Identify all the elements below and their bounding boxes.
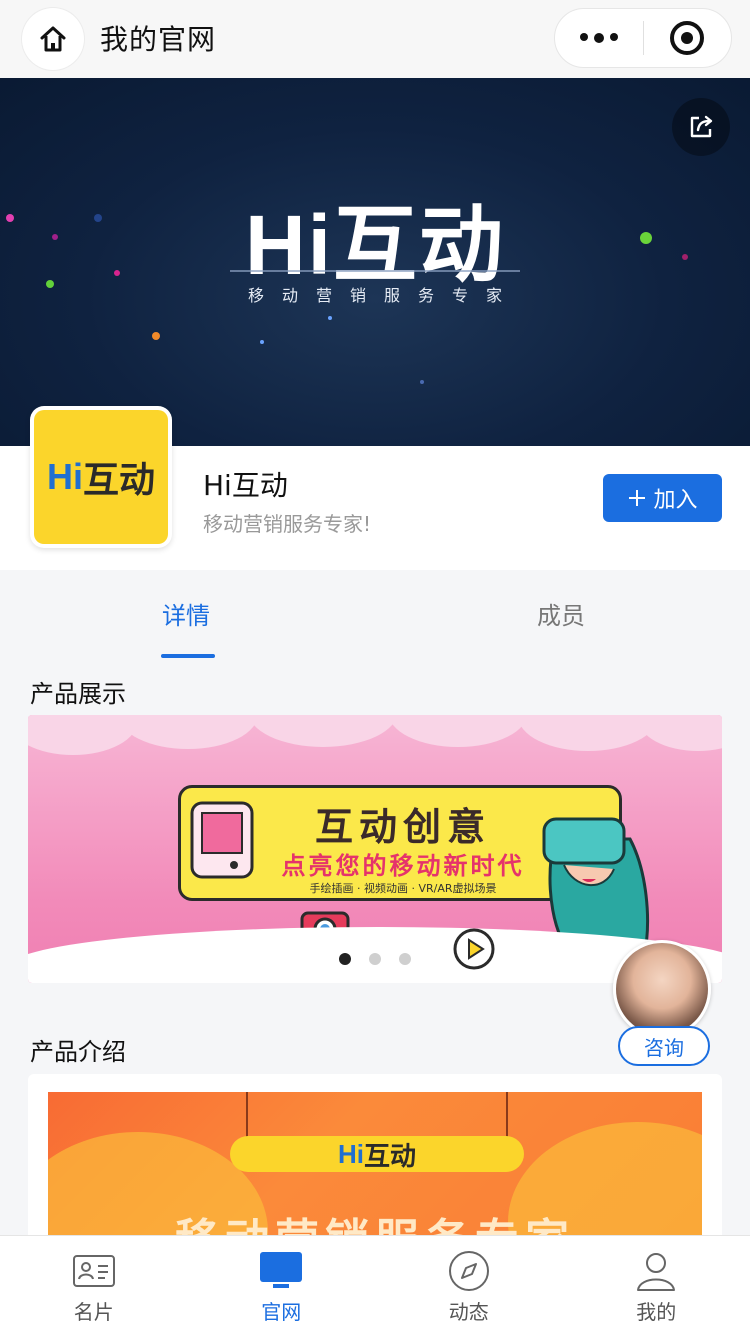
home-button[interactable] <box>22 8 84 70</box>
tabbar-item-moments[interactable]: 动态 <box>375 1236 563 1333</box>
logo-hi-text: Hi <box>46 456 83 497</box>
mini-program-capsule <box>554 8 732 68</box>
join-button[interactable]: 加入 <box>603 474 722 522</box>
join-button-label: 加入 <box>653 488 698 513</box>
more-button[interactable] <box>555 9 643 67</box>
page-title: 我的官网 <box>100 23 217 56</box>
tab-members[interactable]: 成员 <box>537 596 585 631</box>
organization-description: 移动营销服务专家! <box>203 512 372 536</box>
logo-cn-text: 互动 <box>82 459 155 500</box>
product-intro-image: Hi 互动 移动营销服务专家 <box>48 1092 702 1252</box>
carousel-dot[interactable] <box>339 953 351 965</box>
consult-button[interactable]: 咨询 <box>618 1026 710 1066</box>
banner-divider <box>230 270 520 272</box>
more-dots-icon <box>579 33 618 43</box>
tabbar-item-card[interactable]: 名片 <box>0 1236 188 1333</box>
consultant-avatar[interactable] <box>613 940 711 1038</box>
play-badge-icon <box>453 928 495 970</box>
product-intro-card[interactable]: Hi 互动 移动营销服务专家 <box>28 1074 722 1254</box>
tabbar-item-mine[interactable]: 我的 <box>563 1236 750 1333</box>
organization-profile: Hi 互动 Hi互动 移动营销服务专家! 加入 <box>0 406 750 570</box>
target-circle-icon <box>670 21 705 55</box>
tabbar-label: 官网 <box>261 1300 302 1324</box>
showcase-section-title: 产品展示 <box>30 680 126 708</box>
home-icon <box>40 26 66 52</box>
intro-section-title: 产品介绍 <box>30 1038 126 1066</box>
share-button[interactable] <box>672 98 730 156</box>
compass-icon <box>448 1251 489 1291</box>
top-nav-bar: 我的官网 <box>0 0 750 78</box>
handheld-console-icon <box>190 801 254 879</box>
organization-name: Hi互动 <box>203 469 288 502</box>
tab-details[interactable]: 详情 <box>162 596 210 631</box>
bottom-tab-bar: 名片 官网 动态 我的 <box>0 1235 750 1333</box>
active-tab-indicator <box>161 654 215 658</box>
plus-icon <box>629 490 646 506</box>
monitor-icon <box>260 1252 303 1288</box>
tabbar-label: 名片 <box>73 1300 114 1324</box>
share-icon <box>690 115 713 138</box>
tabbar-label: 我的 <box>636 1300 677 1324</box>
content-tabs: 详情 成员 <box>0 570 750 660</box>
plaque-hi-text: Hi <box>337 1138 364 1169</box>
banner-logo-text: Hi互动 <box>244 198 505 292</box>
carousel-pagination <box>339 953 411 965</box>
user-icon <box>637 1253 676 1291</box>
close-button[interactable] <box>644 9 732 67</box>
tabbar-label: 动态 <box>448 1300 489 1324</box>
hero-banner: Hi互动 移动营销服务专家 <box>0 78 750 446</box>
banner-slogan: 移动营销服务专家 <box>247 286 520 305</box>
product-carousel[interactable]: 互动创意 点亮您的移动新时代 手绘插画 · 视频动画 · VR/AR虚拟场景 <box>28 715 722 983</box>
plaque-cn-text: 互动 <box>363 1140 416 1171</box>
card-icon <box>72 1255 115 1287</box>
intro-plaque: Hi 互动 <box>230 1136 524 1172</box>
carousel-dot[interactable] <box>399 953 411 965</box>
carousel-dot[interactable] <box>369 953 381 965</box>
organization-logo: Hi 互动 <box>30 406 172 548</box>
tabbar-item-website[interactable]: 官网 <box>188 1236 376 1333</box>
